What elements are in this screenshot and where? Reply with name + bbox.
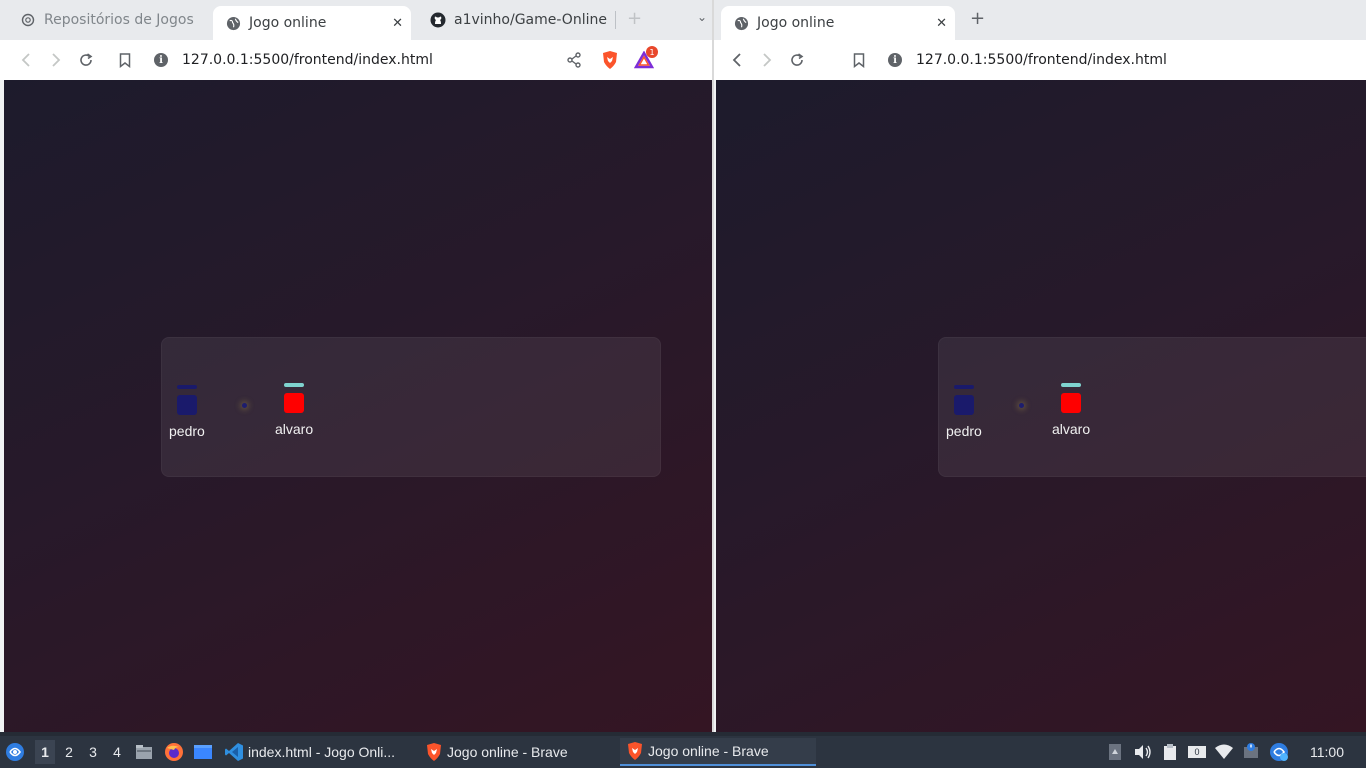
tab-separator xyxy=(615,11,616,29)
taskbar: 1 2 3 4 index.html - Jogo Onli... Jogo o… xyxy=(0,736,1366,768)
address-bar[interactable]: i 127.0.0.1:5500/frontend/index.html xyxy=(878,45,1366,75)
forward-button[interactable] xyxy=(46,50,66,70)
task-brave-2[interactable]: Jogo online - Brave xyxy=(620,738,816,766)
player-alvaro: alvaro xyxy=(275,383,313,437)
tab-repositorios[interactable]: Repositórios de Jogos xyxy=(8,6,208,34)
close-tab-icon[interactable]: ✕ xyxy=(936,16,947,31)
ball xyxy=(242,403,247,408)
brave-icon xyxy=(626,741,644,761)
start-menu-icon[interactable] xyxy=(5,742,25,762)
new-tab-button[interactable]: + xyxy=(970,8,985,29)
wifi-icon[interactable] xyxy=(1214,742,1234,762)
health-bar xyxy=(284,383,305,387)
task-brave-1[interactable]: Jogo online - Brave xyxy=(425,738,568,766)
firefox-icon[interactable] xyxy=(164,742,184,762)
update-manager-icon[interactable] xyxy=(1269,742,1289,762)
player-name: alvaro xyxy=(275,421,314,437)
tab-github[interactable]: a1vinho/Game-Online xyxy=(418,6,608,34)
task-label: Jogo online - Brave xyxy=(447,744,568,760)
player-name: pedro xyxy=(169,423,205,439)
task-label: index.html - Jogo Onli... xyxy=(248,744,396,760)
workspace-1[interactable]: 1 xyxy=(35,740,55,764)
new-tab-button[interactable]: + xyxy=(627,8,642,29)
brave-shields-icon[interactable] xyxy=(600,50,620,70)
globe-icon xyxy=(733,15,749,31)
url-text[interactable]: 127.0.0.1:5500/frontend/index.html xyxy=(182,52,433,68)
health-bar xyxy=(953,385,974,389)
player-avatar xyxy=(284,393,305,413)
page-viewport: pedro alvaro xyxy=(716,80,1366,732)
battery-icon[interactable]: 0 xyxy=(1187,742,1207,762)
game-board: pedro alvaro xyxy=(938,337,1366,477)
share-icon[interactable] xyxy=(564,50,584,70)
tab-jogo-online[interactable]: Jogo online ✕ xyxy=(721,6,955,40)
tab-search-dropdown-icon[interactable]: ⌄ xyxy=(697,10,707,24)
task-vscode[interactable]: index.html - Jogo Onli... xyxy=(224,738,395,766)
workspace-4[interactable]: 4 xyxy=(107,740,127,764)
browser-window-left: Repositórios de Jogos Jogo online ✕ a1vi… xyxy=(0,0,712,732)
brave-icon xyxy=(425,742,443,762)
player-name: alvaro xyxy=(1052,421,1091,437)
player-pedro: pedro xyxy=(946,385,982,439)
tab-jogo-online[interactable]: Jogo online ✕ xyxy=(213,6,411,40)
workspace-2[interactable]: 2 xyxy=(59,740,79,764)
ball xyxy=(1019,403,1024,408)
site-info-icon[interactable]: i xyxy=(154,53,168,67)
reload-button[interactable] xyxy=(787,50,807,70)
bookmark-icon[interactable] xyxy=(115,50,135,70)
health-bar xyxy=(176,385,197,389)
player-alvaro: alvaro xyxy=(1052,383,1090,437)
address-bar[interactable]: i 127.0.0.1:5500/frontend/index.html xyxy=(144,45,664,75)
site-info-icon[interactable]: i xyxy=(888,53,902,67)
player-avatar xyxy=(953,395,974,415)
game-board: pedro alvaro xyxy=(161,337,661,477)
battery-badge: 0 xyxy=(1188,746,1206,758)
bookmark-icon[interactable] xyxy=(849,50,869,70)
back-button[interactable] xyxy=(727,50,747,70)
tray-expand-icon[interactable] xyxy=(1105,742,1125,762)
url-text[interactable]: 127.0.0.1:5500/frontend/index.html xyxy=(916,52,1167,68)
openai-icon xyxy=(20,12,36,28)
notification-badge: 1 xyxy=(646,46,658,58)
brave-rewards-icon[interactable]: 1 xyxy=(634,46,658,70)
workspace-3[interactable]: 3 xyxy=(83,740,103,764)
player-avatar xyxy=(176,395,197,415)
close-tab-icon[interactable]: ✕ xyxy=(392,16,403,31)
desktop-icon[interactable] xyxy=(193,742,213,762)
clock[interactable]: 11:00 xyxy=(1310,744,1344,760)
tab-label: Jogo online xyxy=(757,15,835,31)
player-pedro: pedro xyxy=(169,385,205,439)
task-label: Jogo online - Brave xyxy=(648,743,769,759)
browser-window-right: Jogo online ✕ + i 127.0.0.1:5500/fronten… xyxy=(714,0,1366,732)
tab-label: a1vinho/Game-Online xyxy=(454,12,607,28)
globe-icon xyxy=(225,15,241,31)
tab-strip: Jogo online ✕ + xyxy=(714,0,1366,40)
tab-label: Repositórios de Jogos xyxy=(44,12,194,28)
tab-label: Jogo online xyxy=(249,15,327,31)
tab-strip: Repositórios de Jogos Jogo online ✕ a1vi… xyxy=(0,0,712,40)
toolbar: i 127.0.0.1:5500/frontend/index.html xyxy=(714,40,1366,80)
player-avatar xyxy=(1061,393,1082,413)
health-bar xyxy=(1061,383,1082,387)
volume-icon[interactable] xyxy=(1133,742,1153,762)
github-icon xyxy=(430,12,446,28)
file-manager-icon[interactable] xyxy=(134,742,154,762)
vscode-icon xyxy=(224,742,244,762)
page-viewport: pedro alvaro xyxy=(4,80,712,732)
reload-button[interactable] xyxy=(76,50,96,70)
toolbar: i 127.0.0.1:5500/frontend/index.html 1 xyxy=(0,40,712,80)
player-name: pedro xyxy=(946,423,982,439)
back-button[interactable] xyxy=(16,50,36,70)
forward-button[interactable] xyxy=(757,50,777,70)
notification-icon[interactable] xyxy=(1241,742,1261,762)
clipboard-icon[interactable] xyxy=(1160,742,1180,762)
